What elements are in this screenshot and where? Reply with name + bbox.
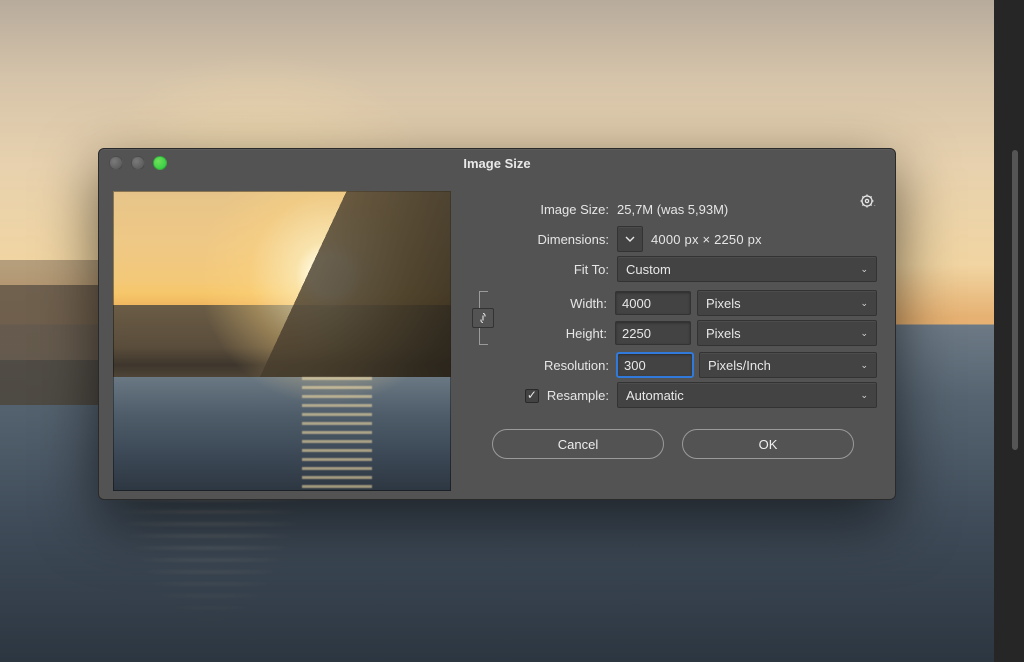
window-minimize-button[interactable]	[131, 156, 145, 170]
image-size-value: 25,7M (was 5,93M)	[617, 202, 728, 217]
chevron-down-icon: ⌄	[860, 298, 868, 309]
chevron-down-icon	[625, 236, 635, 242]
width-units-dropdown[interactable]: Pixels ⌄	[697, 290, 877, 316]
resample-dropdown[interactable]: Automatic ⌄	[617, 382, 877, 408]
image-size-label: Image Size:	[469, 202, 617, 217]
link-icon	[472, 308, 494, 328]
cancel-button[interactable]: Cancel	[492, 429, 664, 459]
fit-to-dropdown[interactable]: Custom ⌄	[617, 256, 877, 282]
dimensions-row: Dimensions: 4000 px × 2250 px	[469, 225, 877, 253]
height-input[interactable]	[615, 321, 691, 345]
chevron-down-icon: ⌄	[860, 360, 868, 371]
resolution-label: Resolution:	[469, 358, 617, 373]
dimensions-label: Dimensions:	[469, 232, 617, 247]
gear-icon: .	[860, 194, 876, 208]
constrain-proportions[interactable]	[469, 287, 497, 349]
chevron-down-icon: ⌄	[860, 264, 868, 275]
resolution-row: Resolution: Pixels/Inch ⌄	[469, 351, 877, 379]
dialog-titlebar[interactable]: Image Size	[99, 149, 895, 177]
image-size-dialog: Image Size . Image	[98, 148, 896, 500]
width-row: Width: Pixels ⌄	[495, 289, 877, 317]
resample-value: Automatic	[626, 388, 684, 403]
dimensions-units-button[interactable]	[617, 226, 643, 252]
fit-to-row: Fit To: Custom ⌄	[469, 255, 877, 283]
width-units-value: Pixels	[706, 296, 741, 311]
window-controls	[109, 156, 167, 170]
resample-checkbox[interactable]	[525, 389, 539, 403]
fit-to-label: Fit To:	[469, 262, 617, 277]
width-label: Width:	[495, 296, 615, 311]
chevron-down-icon: ⌄	[860, 328, 868, 339]
window-zoom-button[interactable]	[153, 156, 167, 170]
dialog-actions: Cancel OK	[469, 411, 877, 481]
resample-row: Resample: Automatic ⌄	[469, 381, 877, 409]
chevron-down-icon: ⌄	[860, 390, 868, 401]
fit-to-value: Custom	[626, 262, 671, 277]
window-close-button[interactable]	[109, 156, 123, 170]
resolution-input[interactable]	[617, 353, 693, 377]
settings-menu-button[interactable]: .	[857, 191, 879, 211]
image-preview[interactable]	[113, 191, 451, 491]
resolution-units-dropdown[interactable]: Pixels/Inch ⌄	[699, 352, 877, 378]
wh-group: Width: Pixels ⌄ Height: Pixels ⌄	[469, 287, 877, 349]
svg-text:.: .	[874, 202, 876, 208]
height-units-value: Pixels	[706, 326, 741, 341]
height-row: Height: Pixels ⌄	[495, 319, 877, 347]
height-label: Height:	[495, 326, 615, 341]
dialog-title: Image Size	[99, 156, 895, 171]
app-right-gutter	[994, 0, 1024, 662]
image-size-row: Image Size: 25,7M (was 5,93M)	[469, 195, 877, 223]
ok-button[interactable]: OK	[682, 429, 854, 459]
image-size-form: . Image Size: 25,7M (was 5,93M) Dimensio…	[469, 191, 877, 491]
width-input[interactable]	[615, 291, 691, 315]
dimensions-value: 4000 px × 2250 px	[651, 232, 762, 247]
resolution-units-value: Pixels/Inch	[708, 358, 771, 373]
resample-label: Resample:	[547, 388, 609, 403]
height-units-dropdown[interactable]: Pixels ⌄	[697, 320, 877, 346]
